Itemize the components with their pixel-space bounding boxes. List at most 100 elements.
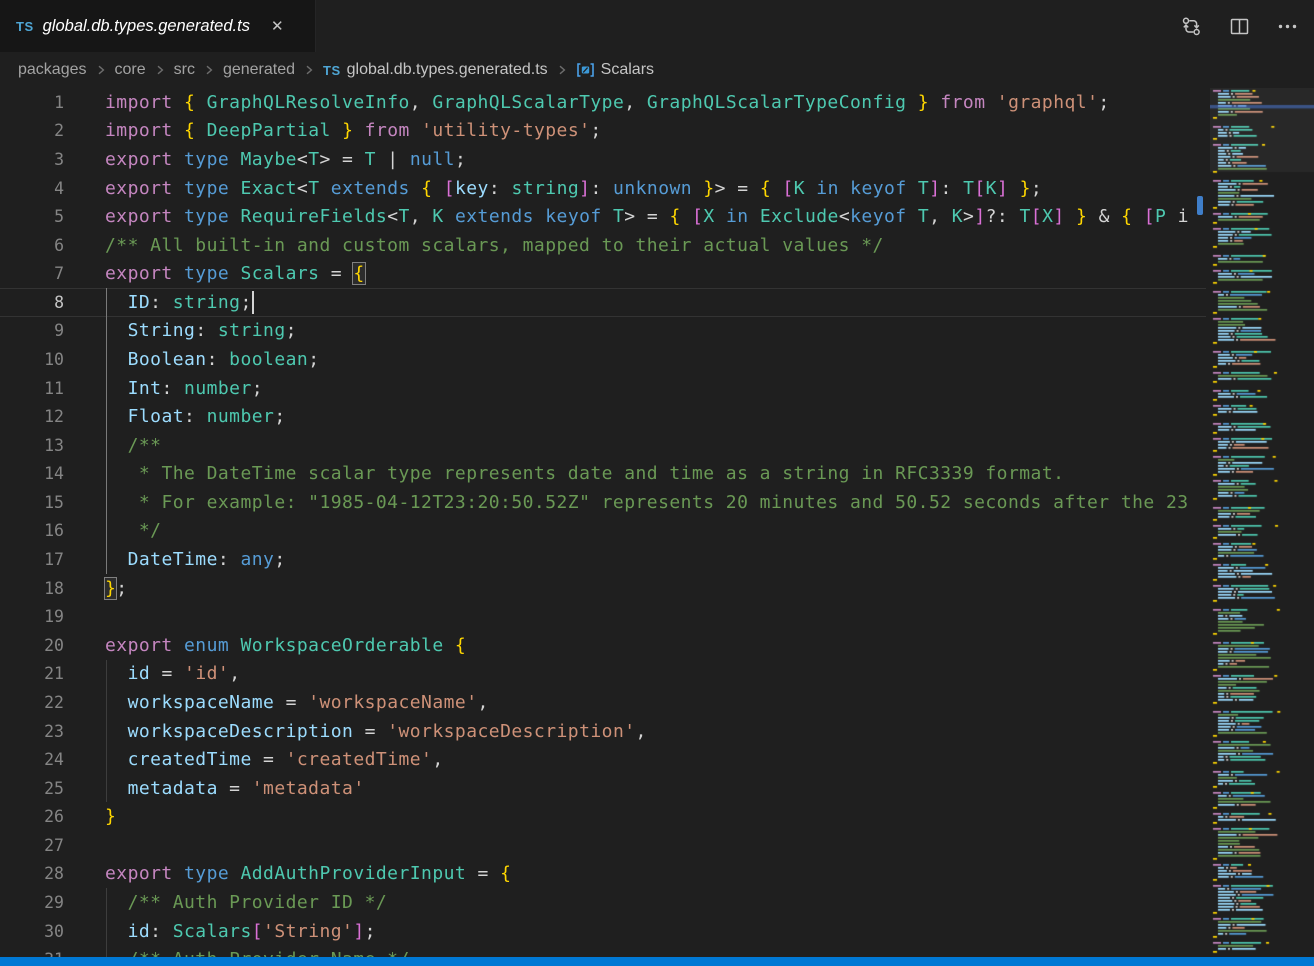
- code-line[interactable]: 22 workspaceName = 'workspaceName',: [0, 688, 1206, 717]
- line-number: 26: [0, 807, 64, 826]
- code-line[interactable]: 7 export type Scalars = {: [0, 259, 1206, 288]
- code-line[interactable]: 20export enum WorkspaceOrderable {: [0, 631, 1206, 660]
- code-line-content: metadata = 'metadata': [105, 774, 365, 803]
- indent-guide: [106, 688, 107, 717]
- code-line-content: /** Auth Provider ID */: [105, 888, 387, 917]
- breadcrumb-item-file[interactable]: TS global.db.types.generated.ts: [323, 61, 548, 79]
- typescript-file-icon: TS: [16, 19, 34, 34]
- chevron-right-icon: [153, 63, 167, 77]
- code-line-content: String: string;: [105, 317, 297, 346]
- code-line-content: }: [105, 802, 116, 831]
- code-line-content: import { DeepPartial } from 'utility-typ…: [105, 117, 602, 146]
- code-line[interactable]: 6/** All built-in and custom scalars, ma…: [0, 231, 1206, 260]
- line-number: 11: [0, 379, 64, 398]
- line-number: 1: [0, 93, 64, 112]
- line-number: 10: [0, 350, 64, 369]
- code-line-content: /** All built-in and custom scalars, map…: [105, 231, 884, 260]
- line-number: 27: [0, 836, 64, 855]
- breadcrumb-item-core[interactable]: core: [115, 61, 146, 79]
- code-line-content: id: Scalars['String'];: [105, 917, 376, 946]
- code-line[interactable]: 9 String: string;: [0, 317, 1206, 346]
- indent-guide: [106, 402, 107, 431]
- code-line[interactable]: 15 * For example: "1985-04-12T23:20:50.5…: [0, 488, 1206, 517]
- indent-guide: [106, 774, 107, 803]
- breadcrumb-item-packages[interactable]: packages: [18, 61, 87, 79]
- code-line[interactable]: 2import { DeepPartial } from 'utility-ty…: [0, 117, 1206, 146]
- code-line-content: export type Exact<T extends { [key: stri…: [105, 174, 1042, 203]
- indent-guide: [106, 888, 107, 917]
- code-line-content: */: [105, 517, 161, 546]
- more-actions-icon[interactable]: [1270, 9, 1304, 43]
- close-tab-icon[interactable]: ✕: [267, 15, 288, 37]
- code-line[interactable]: 4export type Exact<T extends { [key: str…: [0, 174, 1206, 203]
- line-number: 29: [0, 893, 64, 912]
- tab-bar: TS global.db.types.generated.ts ✕: [0, 0, 1314, 52]
- chevron-right-icon: [94, 63, 108, 77]
- symbol-type-icon: [576, 62, 595, 78]
- minimap-canvas: [1210, 88, 1314, 957]
- line-number: 22: [0, 693, 64, 712]
- line-number: 14: [0, 464, 64, 483]
- code-line[interactable]: 1import { GraphQLResolveInfo, GraphQLSca…: [0, 88, 1206, 117]
- chevron-right-icon: [555, 63, 569, 77]
- code-line[interactable]: 19: [0, 602, 1206, 631]
- open-changes-icon[interactable]: [1174, 9, 1208, 43]
- code-line[interactable]: 25 metadata = 'metadata': [0, 774, 1206, 803]
- line-number: 13: [0, 436, 64, 455]
- code-line[interactable]: 5export type RequireFields<T, K extends …: [0, 202, 1206, 231]
- indent-guide: [106, 374, 107, 403]
- code-line[interactable]: 29 /** Auth Provider ID */: [0, 888, 1206, 917]
- code-line-content: DateTime: any;: [105, 545, 286, 574]
- indent-guide: [106, 545, 107, 574]
- code-line[interactable]: 8 ID: string;: [0, 288, 1206, 317]
- line-number: 7: [0, 264, 64, 283]
- line-number: 12: [0, 407, 64, 426]
- tab-global-db-types-generated-ts[interactable]: TS global.db.types.generated.ts ✕: [0, 0, 316, 52]
- line-number: 20: [0, 636, 64, 655]
- code-line[interactable]: 28export type AddAuthProviderInput = {: [0, 860, 1206, 889]
- indent-guide: [106, 288, 107, 317]
- breadcrumb-symbol-label: Scalars: [601, 61, 654, 79]
- code-line[interactable]: 18};: [0, 574, 1206, 603]
- line-number: 28: [0, 864, 64, 883]
- status-bar[interactable]: [0, 957, 1314, 966]
- code-line[interactable]: 14 * The DateTime scalar type represents…: [0, 460, 1206, 489]
- code-line-content: export type Scalars = {: [105, 259, 365, 288]
- editor-actions: [1174, 0, 1314, 52]
- breadcrumb-item-symbol-scalars[interactable]: Scalars: [576, 61, 654, 79]
- code-line-content: workspaceName = 'workspaceName',: [105, 688, 489, 717]
- code-line[interactable]: 26}: [0, 802, 1206, 831]
- code-line[interactable]: 30 id: Scalars['String'];: [0, 917, 1206, 946]
- code-line-content: workspaceDescription = 'workspaceDescrip…: [105, 717, 647, 746]
- split-editor-icon[interactable]: [1222, 9, 1256, 43]
- code-line[interactable]: 23 workspaceDescription = 'workspaceDesc…: [0, 717, 1206, 746]
- code-line-content: export type Maybe<T> = T | null;: [105, 145, 466, 174]
- code-line[interactable]: 17 DateTime: any;: [0, 545, 1206, 574]
- code-line-content: export type RequireFields<T, K extends k…: [105, 202, 1189, 231]
- code-line[interactable]: 21 id = 'id',: [0, 660, 1206, 689]
- code-line-content: * The DateTime scalar type represents da…: [105, 460, 1064, 489]
- code-line[interactable]: 24 createdTime = 'createdTime',: [0, 745, 1206, 774]
- code-line[interactable]: 10 Boolean: boolean;: [0, 345, 1206, 374]
- code-editor[interactable]: 1import { GraphQLResolveInfo, GraphQLSca…: [0, 88, 1206, 966]
- code-line[interactable]: 16 */: [0, 517, 1206, 546]
- code-line[interactable]: 27: [0, 831, 1206, 860]
- breadcrumb-item-src[interactable]: src: [174, 61, 195, 79]
- indent-guide: [106, 460, 107, 489]
- code-line-content: Boolean: boolean;: [105, 345, 319, 374]
- breadcrumb-item-generated[interactable]: generated: [223, 61, 295, 79]
- line-number: 15: [0, 493, 64, 512]
- code-line[interactable]: 3export type Maybe<T> = T | null;: [0, 145, 1206, 174]
- breadcrumb: packages core src generated TS global.db…: [0, 52, 1314, 88]
- code-line[interactable]: 11 Int: number;: [0, 374, 1206, 403]
- code-line[interactable]: 12 Float: number;: [0, 402, 1206, 431]
- chevron-right-icon: [302, 63, 316, 77]
- code-line-content: };: [105, 574, 128, 603]
- line-number: 17: [0, 550, 64, 569]
- indent-guide: [106, 431, 107, 460]
- indent-guide: [106, 345, 107, 374]
- text-cursor: [252, 291, 254, 314]
- code-line-content: Float: number;: [105, 402, 286, 431]
- code-line[interactable]: 13 /**: [0, 431, 1206, 460]
- minimap[interactable]: [1210, 88, 1314, 957]
